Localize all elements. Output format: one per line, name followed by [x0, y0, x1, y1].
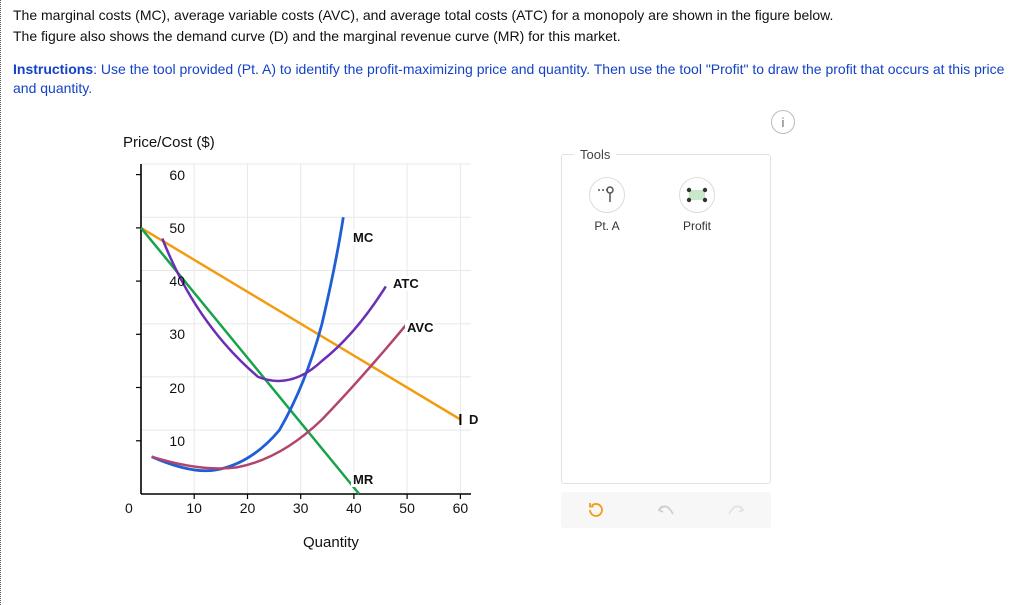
tool-point-a-label: Pt. A — [584, 219, 630, 233]
tools-legend: Tools — [574, 147, 616, 162]
tools-panel: Tools Pt. A Profit — [561, 154, 771, 484]
x-tick-30: 30 — [293, 500, 309, 516]
x-tick-60: 60 — [453, 500, 469, 516]
intro-line1: The marginal costs (MC), average variabl… — [13, 6, 1016, 25]
chart-canvas[interactable]: 60 50 40 30 20 10 0 10 20 30 40 50 60 MC… — [141, 164, 521, 524]
problem-intro: The marginal costs (MC), average variabl… — [13, 6, 1016, 46]
reset-icon[interactable] — [585, 499, 607, 521]
label-d: D — [467, 412, 480, 427]
x-tick-10: 10 — [186, 500, 202, 516]
chart-svg — [141, 164, 521, 524]
curve-mr — [141, 228, 359, 494]
x-tick-40: 40 — [346, 500, 362, 516]
tool-profit[interactable]: Profit — [674, 177, 720, 233]
y-tick-60: 60 — [145, 167, 185, 183]
instructions-block: Instructions: Use the tool provided (Pt.… — [13, 60, 1016, 98]
profit-icon — [679, 177, 715, 213]
x-tick-50: 50 — [399, 500, 415, 516]
tool-profit-label: Profit — [674, 219, 720, 233]
intro-line2: The figure also shows the demand curve (… — [13, 27, 1016, 46]
y-tick-50: 50 — [145, 220, 185, 236]
instructions-body: : Use the tool provided (Pt. A) to ident… — [13, 61, 1004, 96]
y-axis-title: Price/Cost ($) — [123, 134, 215, 151]
label-mc: MC — [351, 230, 375, 245]
info-icon[interactable]: i — [771, 110, 795, 134]
redo-icon[interactable] — [725, 499, 747, 521]
x-axis-title: Quantity — [303, 534, 359, 551]
y-tick-20: 20 — [145, 380, 185, 396]
work-area: i Price/Cost ($) — [91, 130, 991, 560]
label-atc: ATC — [391, 276, 421, 291]
point-a-icon — [589, 177, 625, 213]
y-tick-30: 30 — [145, 326, 185, 342]
y-tick-10: 10 — [145, 433, 185, 449]
y-tick-40: 40 — [145, 273, 185, 289]
label-avc: AVC — [405, 320, 435, 335]
label-mr: MR — [351, 472, 375, 487]
undo-icon[interactable] — [655, 499, 677, 521]
tool-point-a[interactable]: Pt. A — [584, 177, 630, 233]
origin-zero: 0 — [125, 500, 133, 516]
x-tick-20: 20 — [240, 500, 256, 516]
instructions-label: Instructions — [13, 61, 93, 77]
info-glyph: i — [782, 115, 785, 130]
action-bar — [561, 492, 771, 528]
